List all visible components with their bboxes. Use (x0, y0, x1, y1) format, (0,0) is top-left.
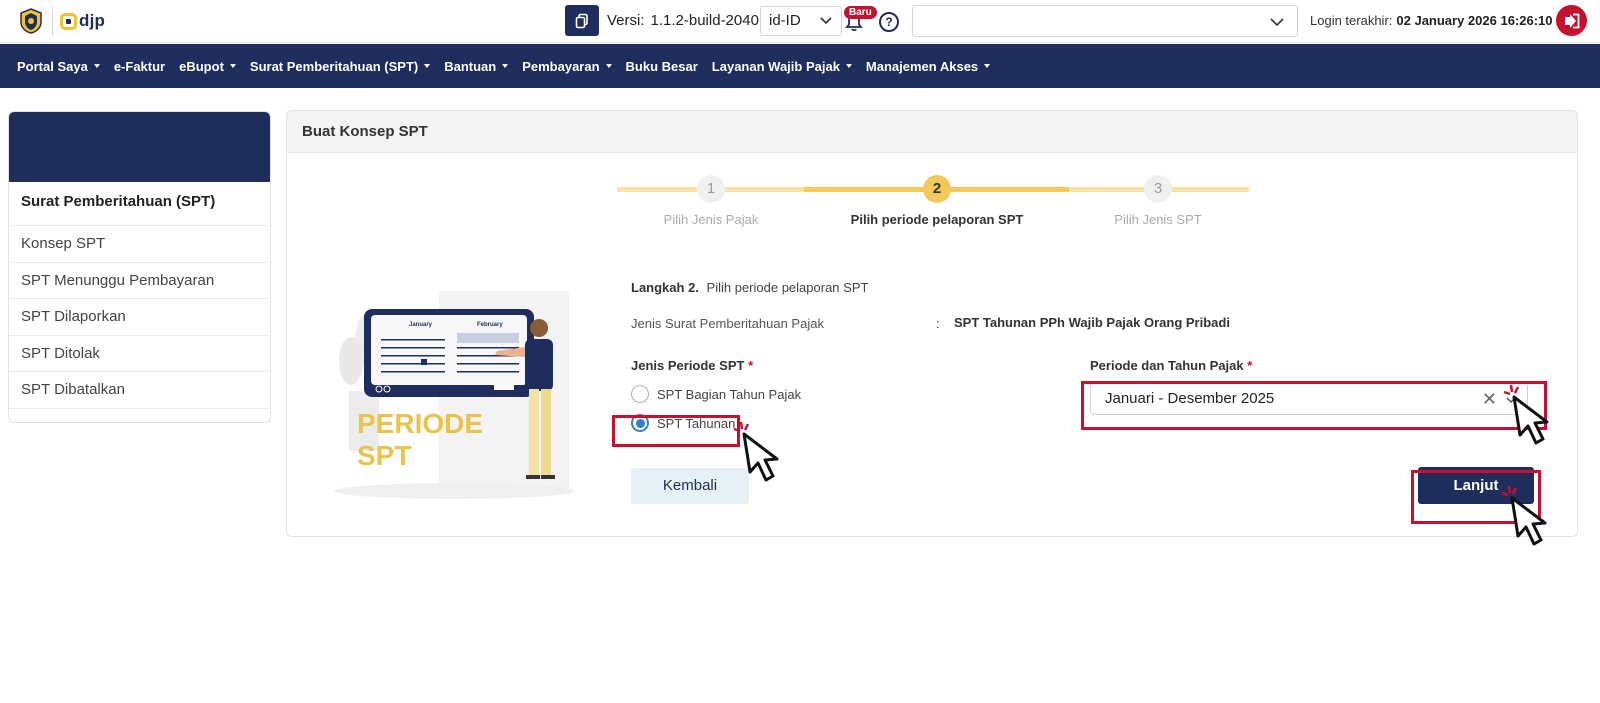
step-1-circle: 1 (697, 175, 725, 203)
nav-item-label: e-Faktur (113, 58, 166, 74)
sidebar: Surat Pemberitahuan (SPT) Konsep SPT SPT… (8, 111, 271, 423)
nav-item-bantuan[interactable]: Bantuan (444, 58, 509, 74)
sidebar-item-spt-menunggu-pembayaran[interactable]: SPT Menunggu Pembayaran (9, 263, 270, 299)
notification-badge: Baru (844, 6, 877, 19)
caret-down-icon (93, 64, 100, 68)
djp-logo-mark-icon (60, 12, 77, 30)
sidebar-item-spt-dibatalkan[interactable]: SPT Dibatalkan (9, 372, 270, 409)
required-mark: * (1247, 358, 1253, 373)
version-info: Versi: 1.1.2-build-2040 (607, 12, 759, 29)
language-value: id-ID (769, 12, 801, 29)
copy-icon (575, 13, 588, 28)
login-label: Login terakhir: (1310, 13, 1393, 28)
step-heading: Langkah 2. Pilih periode pelaporan SPT (631, 280, 868, 295)
radio-label: SPT Bagian Tahun Pajak (657, 386, 802, 402)
kemenkeu-emblem-icon (20, 8, 42, 34)
nav-item-label: Layanan Wajib Pajak (711, 58, 840, 74)
caret-down-icon (605, 64, 612, 68)
version-value: 1.1.2-build-2040 (650, 12, 759, 29)
logo-divider (52, 6, 53, 36)
sidebar-item-konsep-spt[interactable]: Konsep SPT (9, 226, 270, 263)
highlight-box-spt-tahunan (612, 415, 740, 447)
nav-item-e-faktur[interactable]: e-Faktur (114, 59, 165, 74)
nav-item-pembayaran[interactable]: Pembayaran (522, 58, 612, 74)
nav-item-label: eBupot (179, 58, 224, 74)
main-navigation: Portal Saya e-Faktur eBupot Surat Pemberita… (0, 44, 1600, 88)
illus-text-line1: PERIODE (357, 408, 483, 439)
card-title: Buat Konsep SPT (287, 111, 1577, 153)
hand-pointer-icon (1501, 485, 1547, 546)
nav-item-label: Portal Saya (17, 58, 88, 74)
nav-item-surat-pemberitahuan-spt[interactable]: Surat Pemberitahuan (SPT) (249, 58, 431, 74)
hand-pointer-icon (733, 421, 779, 482)
step-heading-number: Langkah 2. (631, 280, 699, 295)
radio-spt-bagian-tahun[interactable]: SPT Bagian Tahun Pajak (631, 385, 801, 403)
nav-item-buku-besar[interactable]: Buku Besar (626, 59, 698, 74)
nav-item-layanan-wajib-pajak[interactable]: Layanan Wajib Pajak (712, 59, 852, 74)
version-label: Versi: (607, 12, 645, 29)
buat-konsep-spt-card: Buat Konsep SPT 1 2 3 Pilih Jenis Pajak … (286, 110, 1578, 537)
djp-logo: djp (60, 10, 105, 32)
sidebar-item-spt-dilaporkan[interactable]: SPT Dilaporkan (9, 299, 270, 336)
caret-down-icon (984, 64, 991, 68)
step-heading-text: Pilih periode pelaporan SPT (706, 280, 869, 295)
illus-month-left: January (409, 322, 433, 328)
illus-text-line2: SPT (357, 440, 411, 471)
top-bar: djp Versi: 1.1.2-build-2040 id-ID Baru ? … (0, 0, 1600, 43)
periode-spt-illustration: January February PERIODE SPT (329, 281, 579, 503)
jenis-periode-label: Jenis Periode SPT * (631, 358, 753, 373)
nav-item-label: Buku Besar (625, 58, 698, 74)
last-login-info: Login terakhir: 02 January 2026 16:26:10 (1310, 13, 1553, 28)
chevron-down-icon (820, 17, 832, 25)
step-2-label: Pilih periode pelaporan SPT (850, 212, 1024, 227)
top-search-select[interactable] (912, 5, 1298, 37)
djp-logo-text: djp (79, 11, 106, 30)
nav-item-label: Manajemen Akses (865, 58, 979, 74)
nav-item-ebupot[interactable]: eBupot (179, 59, 236, 74)
highlight-box-periode-select (1081, 381, 1547, 430)
required-mark: * (748, 358, 754, 373)
copy-button[interactable] (565, 5, 599, 36)
step-3-circle: 3 (1144, 175, 1172, 203)
step-2-circle: 2 (923, 175, 951, 203)
caret-down-icon (845, 64, 852, 68)
hand-pointer-icon (1503, 384, 1549, 445)
nav-item-portal-saya[interactable]: Portal Saya (17, 59, 100, 74)
sidebar-header (9, 112, 270, 182)
jenis-periode-label-text: Jenis Periode SPT (631, 358, 745, 373)
illus-month-right: February (477, 322, 503, 328)
nav-item-manajemen-akses[interactable]: Manajemen Akses (865, 58, 991, 74)
logout-icon (1564, 13, 1579, 28)
chevron-down-icon (1270, 18, 1284, 27)
caret-down-icon (229, 64, 236, 68)
periode-tahun-label-text: Periode dan Tahun Pajak (1090, 358, 1244, 373)
radio-button[interactable] (631, 385, 649, 403)
caret-down-icon (502, 64, 509, 68)
step-1-label: Pilih Jenis Pajak (663, 212, 759, 227)
help-icon[interactable]: ? (879, 12, 899, 32)
periode-tahun-label: Periode dan Tahun Pajak * (1090, 358, 1252, 373)
sidebar-item-spt-ditolak[interactable]: SPT Ditolak (9, 336, 270, 372)
jenis-spt-value: SPT Tahunan PPh Wajib Pajak Orang Pribad… (954, 315, 1230, 330)
jenis-spt-colon: : (936, 316, 940, 331)
nav-item-label: Surat Pemberitahuan (SPT) (249, 58, 419, 74)
nav-item-label: Bantuan (444, 58, 497, 74)
sidebar-title: Surat Pemberitahuan (SPT) (9, 182, 270, 226)
login-value: 02 January 2026 16:26:10 (1396, 13, 1553, 28)
caret-down-icon (424, 64, 431, 68)
jenis-spt-label: Jenis Surat Pemberitahuan Pajak (631, 316, 824, 331)
language-select[interactable]: id-ID (760, 6, 842, 36)
logout-button[interactable] (1556, 5, 1587, 36)
nav-item-label: Pembayaran (522, 58, 600, 74)
step-3-label: Pilih Jenis SPT (1114, 212, 1202, 227)
